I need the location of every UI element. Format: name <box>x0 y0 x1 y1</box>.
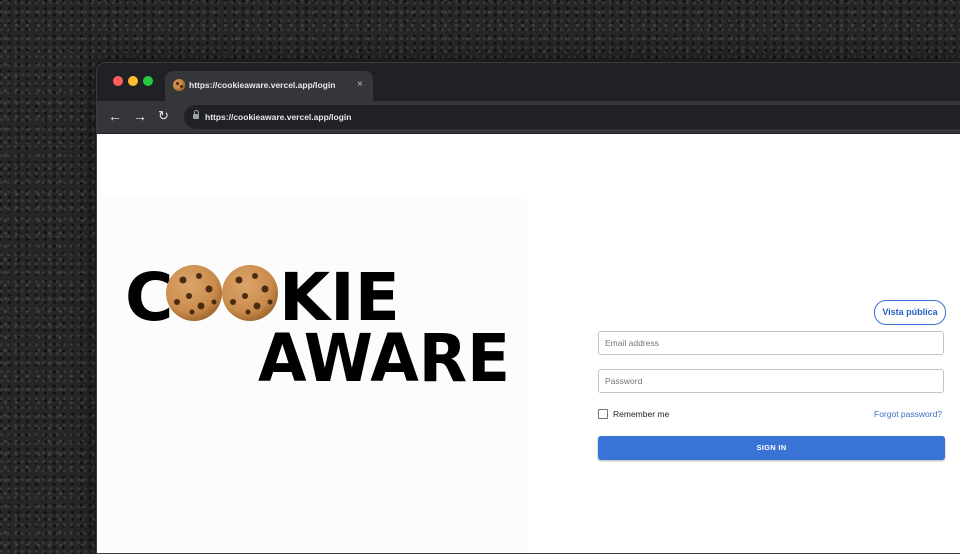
reload-icon[interactable]: ↻ <box>158 107 169 125</box>
password-field[interactable] <box>598 369 944 393</box>
browser-window: https://cookieaware.vercel.app/login × ←… <box>96 62 960 554</box>
public-view-button[interactable]: Vista pública <box>874 300 946 325</box>
url-text[interactable]: https://cookieaware.vercel.app/login <box>205 112 351 122</box>
remember-me-checkbox[interactable] <box>598 409 608 419</box>
cookie-aware-logo: C KIE AWARE <box>125 259 510 382</box>
logo-letter-c: C <box>125 259 173 336</box>
tab-title: https://cookieaware.vercel.app/login <box>189 80 336 90</box>
tab-close-icon[interactable]: × <box>357 79 363 90</box>
cookie-icon <box>166 265 222 321</box>
email-field[interactable] <box>598 331 944 355</box>
back-arrow-icon[interactable]: ← <box>108 107 122 125</box>
tab-bar: https://cookieaware.vercel.app/login × <box>97 63 960 101</box>
sign-in-button[interactable]: SIGN IN <box>598 436 945 460</box>
page-viewport: C KIE AWARE Vista pública Remember me <box>97 134 960 553</box>
browser-tab[interactable]: https://cookieaware.vercel.app/login × <box>165 71 373 101</box>
minimize-window-button[interactable] <box>128 76 138 86</box>
maximize-window-button[interactable] <box>143 76 153 86</box>
lock-icon[interactable] <box>193 110 199 119</box>
forgot-password-link[interactable]: Forgot password? <box>874 409 942 419</box>
close-window-button[interactable] <box>113 76 123 86</box>
logo-word-aware: AWARE <box>258 320 510 382</box>
forward-arrow-icon[interactable]: → <box>133 107 147 125</box>
browser-toolbar: ← → ↻ https://cookieaware.vercel.app/log… <box>97 101 960 134</box>
cookie-icon <box>222 265 278 321</box>
address-bar[interactable]: https://cookieaware.vercel.app/login <box>184 105 960 129</box>
cookie-favicon-icon <box>173 79 185 91</box>
remember-me-label[interactable]: Remember me <box>613 409 669 419</box>
